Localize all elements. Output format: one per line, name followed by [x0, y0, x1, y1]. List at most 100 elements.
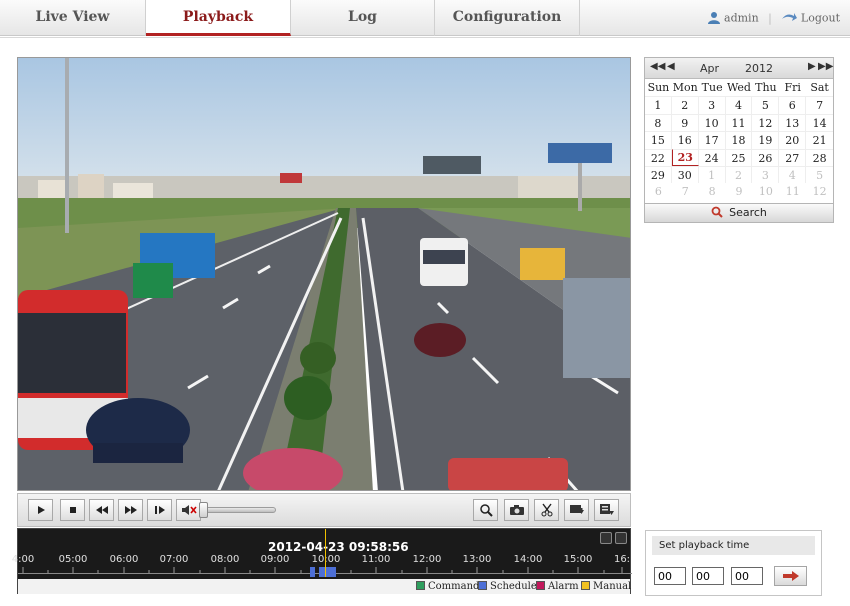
fast-forward-button[interactable] — [118, 499, 143, 521]
frame-step-icon — [154, 506, 165, 514]
calendar-day[interactable]: 3 — [698, 96, 726, 114]
arrow-right-icon — [782, 571, 799, 581]
calendar-day[interactable]: 1 — [698, 165, 726, 184]
set-playback-time-title: Set playback time — [652, 536, 815, 555]
playback-timeline[interactable]: 2012-04-23 09:58:56 4:00 05:00 06:00 07:… — [12, 528, 632, 594]
stop-button[interactable] — [60, 499, 85, 521]
calendar-day[interactable]: 10 — [698, 113, 726, 132]
calendar-day[interactable]: 14 — [806, 113, 834, 131]
logout-icon[interactable] — [781, 12, 798, 24]
playback-second-input[interactable] — [731, 567, 763, 585]
timeline-hour-label: 09:00 — [260, 554, 290, 565]
calendar-day[interactable]: 4 — [779, 165, 807, 184]
search-icon — [711, 206, 723, 218]
go-to-time-button[interactable] — [774, 566, 807, 586]
calendar-day[interactable]: 26 — [752, 148, 780, 166]
calendar-day[interactable]: 6 — [645, 183, 672, 200]
download-by-time-button[interactable] — [594, 499, 619, 521]
tab-log[interactable]: Log — [291, 0, 435, 36]
download-file-icon — [569, 505, 584, 514]
calendar-day[interactable]: 1 — [645, 96, 672, 114]
download-by-file-button[interactable] — [564, 499, 589, 521]
calendar-day[interactable]: 9 — [671, 113, 699, 132]
frame-step-button[interactable] — [147, 499, 172, 521]
calendar-day[interactable]: 12 — [752, 113, 780, 132]
timeline-cursor[interactable] — [325, 529, 326, 577]
playback-minute-input[interactable] — [692, 567, 724, 585]
calendar-day[interactable]: 11 — [779, 183, 806, 200]
calendar-grid: Sun Mon Tue Wed Thu Fri Sat 1 2 3 4 5 6 7 8 9 10 1… — [645, 79, 834, 201]
calendar-day[interactable]: 8 — [699, 183, 726, 200]
calendar-day[interactable]: 2 — [725, 165, 753, 184]
tab-live-view[interactable]: Live View — [0, 0, 146, 36]
calendar-day[interactable]: 18 — [725, 131, 753, 149]
next-month-button[interactable]: ▶ — [808, 61, 816, 72]
playback-toolbar — [17, 493, 631, 527]
legend-command-swatch — [416, 581, 425, 590]
calendar-day[interactable]: 11 — [725, 113, 753, 132]
calendar-day[interactable]: 29 — [645, 165, 672, 184]
speaker-muted-icon — [181, 505, 197, 515]
clip-button[interactable] — [534, 499, 559, 521]
playback-hour-input[interactable] — [654, 567, 686, 585]
tab-configuration[interactable]: Configuration — [435, 0, 580, 36]
capture-button[interactable] — [504, 499, 529, 521]
calendar-day[interactable]: 19 — [752, 131, 780, 149]
schedule-record-segment — [310, 567, 315, 577]
digital-zoom-button[interactable] — [473, 499, 498, 521]
calendar-day[interactable]: 21 — [806, 131, 834, 148]
calendar-day[interactable]: 7 — [672, 183, 699, 200]
calendar-day[interactable]: 30 — [671, 165, 699, 184]
calendar-day[interactable]: 23 — [671, 148, 699, 166]
calendar-day[interactable]: 13 — [779, 113, 807, 132]
legend-schedule: Schedule — [478, 581, 537, 592]
timeline-zoom-out-button[interactable] — [600, 532, 612, 544]
timeline-zoom-in-button[interactable] — [615, 532, 627, 544]
schedule-record-segment — [319, 567, 336, 577]
play-button[interactable] — [28, 499, 53, 521]
calendar-day[interactable]: 2 — [671, 96, 699, 114]
volume-slider-handle[interactable] — [199, 502, 208, 518]
calendar-day[interactable]: 9 — [726, 183, 753, 200]
set-playback-time-panel: Set playback time — [645, 530, 822, 596]
calendar-day[interactable]: 20 — [779, 131, 807, 149]
calendar-day[interactable]: 24 — [698, 148, 726, 166]
separator: | — [768, 11, 772, 25]
calendar-day[interactable]: 28 — [806, 148, 834, 166]
user-area: admin | Logout — [707, 0, 840, 36]
calendar-day[interactable]: 16 — [671, 131, 699, 149]
legend-alarm: Alarm — [536, 581, 579, 592]
calendar-day[interactable]: 3 — [752, 165, 780, 184]
prev-year-button[interactable]: ◀◀ — [650, 61, 665, 72]
prev-month-button[interactable]: ◀ — [667, 61, 675, 72]
search-button[interactable]: Search — [644, 203, 834, 223]
tab-playback[interactable]: Playback — [146, 0, 291, 36]
calendar-day[interactable]: 15 — [645, 131, 672, 149]
volume-button[interactable] — [176, 499, 201, 521]
calendar-day[interactable]: 17 — [698, 131, 726, 149]
calendar-day[interactable]: 12 — [806, 183, 833, 200]
calendar-day[interactable]: 4 — [725, 96, 753, 114]
calendar-day[interactable]: 27 — [779, 148, 807, 166]
timeline-hour-label: 4:00 — [11, 554, 35, 565]
slow-forward-button[interactable] — [89, 499, 114, 521]
timeline-hour-label: 07:00 — [159, 554, 189, 565]
calendar-day[interactable]: 7 — [806, 96, 834, 113]
next-year-button[interactable]: ▶▶ — [818, 61, 833, 72]
calendar-day[interactable]: 8 — [645, 113, 672, 132]
calendar-day[interactable]: 6 — [779, 96, 807, 114]
legend-alarm-swatch — [536, 581, 545, 590]
calendar-day[interactable]: 5 — [806, 165, 834, 183]
timeline-hour-label: 10:00 — [311, 554, 341, 565]
legend-schedule-swatch — [478, 581, 487, 590]
play-icon — [37, 506, 45, 514]
volume-slider[interactable] — [202, 507, 276, 513]
video-player[interactable] — [17, 57, 631, 491]
download-time-icon — [599, 504, 614, 515]
calendar-day[interactable]: 25 — [725, 148, 753, 166]
calendar-day[interactable]: 22 — [645, 148, 672, 166]
calendar-day[interactable]: 5 — [752, 96, 780, 114]
calendar-day[interactable]: 10 — [752, 183, 779, 200]
logout-link[interactable]: Logout — [801, 12, 840, 25]
timeline-hour-label: 12:00 — [412, 554, 442, 565]
